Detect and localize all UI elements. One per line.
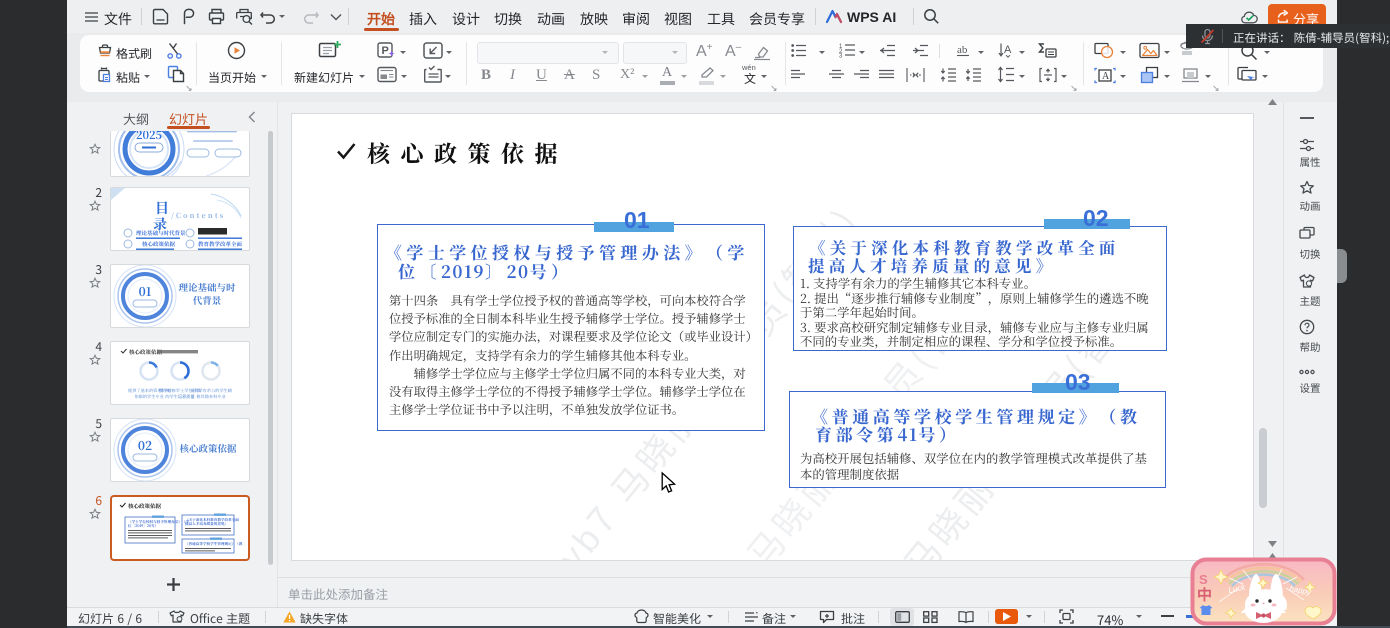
- svg-text:修其他本科专业: 修其他本科专业: [196, 394, 226, 400]
- svg-text:ab: ab: [957, 44, 968, 56]
- svg-text:依据的学生专业: 依据的学生专业: [134, 394, 164, 400]
- svg-text:01: 01: [139, 283, 152, 300]
- svg-text:理论基础与时代背景: 理论基础与时代背景: [136, 229, 186, 237]
- svg-text:中: 中: [1197, 584, 1212, 605]
- svg-text:核心政策依据: 核心政策依据: [129, 348, 163, 356]
- svg-text:A: A: [1004, 44, 1012, 56]
- svg-text:核心政策依据: 核心政策依据: [179, 441, 237, 455]
- svg-text:提高人才培养质量的意见》: 提高人才培养质量的意见》: [185, 521, 228, 527]
- svg-text:《普通高等学校学生管理规定》（教: 《普通高等学校学生管理规定》（教: [185, 541, 243, 547]
- svg-text:位〔2019〕20号）: 位〔2019〕20号）: [128, 523, 158, 529]
- svg-text:P: P: [382, 45, 389, 57]
- svg-text:2025: 2025: [136, 131, 162, 143]
- svg-text:理论基础与时: 理论基础与时: [178, 280, 236, 294]
- svg-text:代背景: 代背景: [193, 293, 222, 307]
- svg-text:教育教学改革全面: 教育教学改革全面: [198, 240, 243, 248]
- svg-text:的学生培养质量: 的学生培养质量: [165, 393, 194, 400]
- svg-text:A: A: [1102, 71, 1110, 82]
- svg-text:核心政策依据: 核心政策依据: [142, 240, 176, 248]
- svg-text:02: 02: [138, 437, 152, 454]
- svg-text:/Contents: /Contents: [171, 211, 225, 221]
- svg-text:核心政策依据: 核心政策依据: [128, 502, 162, 510]
